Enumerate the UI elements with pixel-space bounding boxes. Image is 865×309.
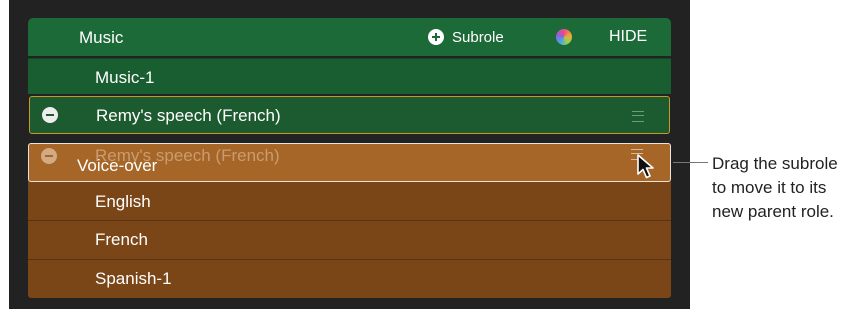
- role-color-icon[interactable]: [556, 29, 572, 45]
- role-row-voice-over[interactable]: Remy's speech (French) Voice-over: [28, 143, 671, 182]
- role-row-music[interactable]: Music Subrole HIDE: [28, 18, 671, 56]
- subrole-button-label: Subrole: [452, 29, 504, 46]
- plus-circle-icon: [428, 29, 444, 45]
- callout-line: to move it to its: [712, 178, 827, 197]
- subrole-row-dragged[interactable]: Remy's speech (French): [29, 96, 670, 134]
- callout-leader-line: [673, 162, 708, 163]
- hide-button[interactable]: HIDE: [609, 28, 647, 46]
- subrole-row-french[interactable]: French: [28, 221, 671, 259]
- minus-circle-icon: [41, 148, 57, 164]
- add-subrole-button[interactable]: Subrole: [428, 28, 528, 48]
- subrole-label: English: [95, 192, 151, 211]
- subrole-row-music-1[interactable]: Music-1: [28, 58, 671, 94]
- subrole-label: French: [95, 230, 148, 249]
- subrole-label: Remy's speech (French): [96, 106, 281, 125]
- drag-handle-icon[interactable]: [632, 111, 644, 122]
- subrole-row-spanish-1[interactable]: Spanish-1: [28, 260, 671, 298]
- callout-line: Drag the subrole: [712, 154, 838, 173]
- arrow-cursor-icon: [637, 154, 654, 179]
- subrole-label: Music-1: [95, 68, 155, 87]
- subrole-label: Spanish-1: [95, 269, 172, 288]
- callout-line: new parent role.: [712, 202, 834, 221]
- minus-circle-icon[interactable]: [42, 107, 58, 123]
- role-label-music: Music: [79, 28, 124, 47]
- callout-text: Drag the subrole to move it to its new p…: [712, 152, 838, 224]
- role-label-voice-over: Voice-over: [77, 156, 158, 175]
- subrole-row-english[interactable]: English: [28, 183, 671, 220]
